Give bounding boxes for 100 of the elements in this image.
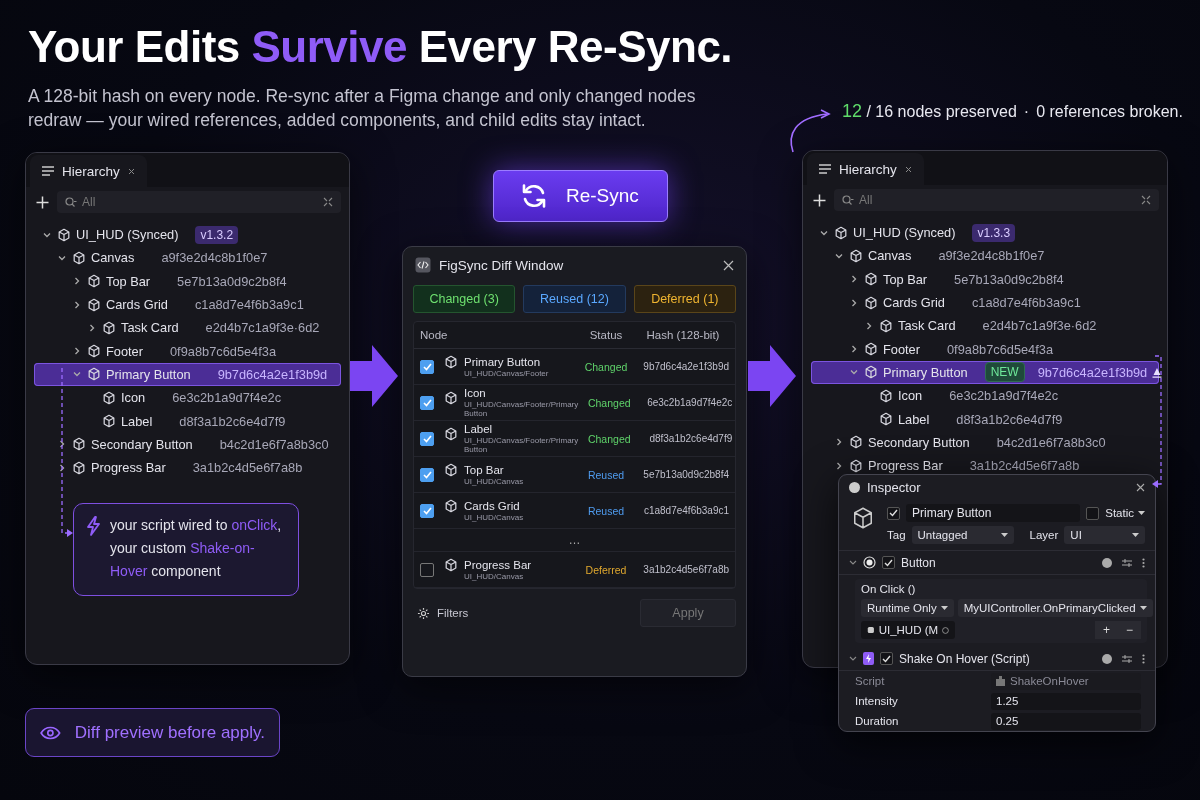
checkbox[interactable] (1086, 506, 1100, 520)
remove-button[interactable]: − (1118, 621, 1141, 639)
checkbox[interactable] (420, 503, 434, 518)
column-header: Node (420, 329, 449, 341)
chevron-right-icon[interactable] (849, 297, 859, 308)
caret-icon (940, 606, 948, 610)
cube-icon (57, 227, 71, 242)
name-field[interactable]: Primary Button (906, 504, 1081, 522)
tree-row[interactable]: Secondary Button b4c2d1e6f7a8b3c0 (811, 430, 1159, 454)
hash-text: d8f3a1b2c6e4d7f9 (648, 433, 733, 444)
tree-row[interactable]: Icon 6e3c2b1a9d7f4e2c (811, 384, 1159, 408)
cube-icon (444, 463, 458, 477)
tree-row[interactable]: Secondary Button b4c2d1e6f7a8b3c0 (34, 432, 341, 456)
tree-row[interactable]: Task Card e2d4b7c1a9f3e·6d2 (34, 316, 341, 340)
search-field[interactable]: All (834, 189, 1159, 211)
target-icon[interactable] (942, 625, 949, 635)
search-field[interactable]: All (57, 191, 341, 213)
mode-dropdown[interactable]: Runtime Only (861, 599, 954, 617)
chevron-right-icon[interactable] (849, 344, 859, 355)
tree-row[interactable]: Canvas a9f3e2d4c8b1f0e7 (34, 246, 341, 270)
filter-tab[interactable]: Reused (12) (523, 285, 626, 313)
tree-row[interactable]: Progress Bar 3a1b2c4d5e6f7a8b (811, 453, 1159, 478)
value-field[interactable]: 1.25 (991, 692, 1141, 710)
chevron-right-icon[interactable] (834, 437, 844, 448)
checkbox[interactable] (882, 556, 895, 569)
status-text: Changed (586, 396, 632, 409)
tag-dropdown[interactable]: Untagged (911, 526, 1014, 544)
checkbox[interactable] (420, 431, 434, 446)
sliders-icon[interactable] (1122, 557, 1132, 568)
node-name: UI_HUD (Synced) (853, 225, 956, 241)
tree-row[interactable]: Label d8f3a1b2c6e4d7f9 (811, 407, 1159, 431)
large-arrow (350, 345, 398, 407)
node-name: Task Card (121, 320, 179, 336)
node-hash: 9b7d6c4a2e1f3b9d (1037, 364, 1148, 380)
collapse-icon[interactable] (1141, 195, 1151, 205)
node-hash: 0f9a8b7c6d5e4f3a (170, 343, 277, 359)
cube-icon (849, 435, 863, 450)
cube-icon (849, 248, 863, 263)
panel-tab[interactable]: Hierarchy (807, 153, 924, 185)
filter-tab[interactable]: Changed (3) (413, 285, 516, 313)
filters-button[interactable]: Filters (413, 606, 473, 620)
cube-icon (851, 506, 875, 530)
object-field[interactable]: UI_HUD (M (861, 621, 955, 639)
tree-row[interactable]: Primary Button NEW 9b7d6c4a2e1f3b9d (811, 360, 1159, 385)
field-label: Intensity (855, 695, 899, 707)
tree-row[interactable]: Progress Bar 3a1b2c4d5e6f7a8b (34, 455, 341, 480)
close-icon[interactable] (127, 167, 135, 175)
tree-row[interactable]: Top Bar 5e7b13a0d9c2b8f4 (811, 267, 1159, 291)
tree-row[interactable]: Icon 6e3c2b1a9d7f4e2c (34, 386, 341, 410)
more-icon[interactable] (1142, 557, 1145, 568)
close-icon[interactable] (904, 165, 912, 173)
cube-icon (879, 412, 893, 426)
chevron-right-icon[interactable] (72, 276, 82, 287)
tree-row[interactable]: Task Card e2d4b7c1a9f3e·6d2 (811, 314, 1159, 338)
tree-row[interactable]: UI_HUD (Synced) v1.3.3 (811, 221, 1159, 245)
chevron-right-icon[interactable] (72, 299, 82, 310)
tree-row[interactable]: Top Bar 5e7b13a0d9c2b8f4 (34, 269, 341, 293)
checkbox[interactable] (887, 506, 900, 520)
more-icon[interactable] (1142, 653, 1145, 664)
chevron-right-icon[interactable] (834, 460, 844, 471)
cube-icon (864, 342, 878, 357)
tree-row[interactable]: Cards Grid c1a8d7e4f6b3a9c1 (34, 292, 341, 317)
checkbox[interactable] (420, 562, 434, 577)
add-button[interactable]: + (1095, 621, 1118, 639)
sliders-icon[interactable] (1122, 653, 1132, 664)
add-icon[interactable] (813, 193, 826, 207)
panel-tab[interactable]: Hierarchy (30, 155, 147, 187)
tree-row[interactable]: Footer 0f9a8b7c6d5e4f3a (811, 337, 1159, 361)
resync-button[interactable]: Re-Sync (493, 170, 668, 222)
chevron-right-icon[interactable] (72, 346, 82, 357)
layer-dropdown[interactable]: UI (1064, 526, 1145, 544)
checkbox[interactable] (420, 467, 434, 482)
cube-icon (444, 499, 458, 513)
chevron-down-icon[interactable] (849, 655, 857, 662)
static-dropdown[interactable]: Static (1105, 504, 1145, 522)
function-dropdown[interactable]: MyUIController.OnPrimaryClicked (957, 599, 1153, 617)
chevron-down-icon[interactable] (849, 559, 857, 566)
checkbox[interactable] (420, 395, 434, 410)
tree-row[interactable]: Footer 0f9a8b7c6d5e4f3a (34, 339, 341, 363)
collapse-icon[interactable] (323, 197, 333, 207)
close-icon[interactable] (1136, 482, 1145, 492)
tree-row[interactable]: UI_HUD (Synced) v1.3.2 (34, 223, 341, 247)
node-hash: 3a1b2c4d5e6f7a8b (969, 458, 1080, 474)
column-header: Status (588, 329, 624, 341)
new-badge: NEW (984, 362, 1025, 383)
chevron-right-icon[interactable] (57, 439, 67, 450)
tree-row[interactable]: Canvas a9f3e2d4c8b1f0e7 (811, 244, 1159, 268)
chevron-right-icon[interactable] (849, 274, 859, 285)
tree-row[interactable]: Cards Grid c1a8d7e4f6b3a9c1 (811, 290, 1159, 315)
checkbox[interactable] (420, 359, 434, 374)
tree-row[interactable]: Label d8f3a1b2c6e4d7f9 (34, 409, 341, 433)
chevron-right-icon[interactable] (57, 462, 67, 473)
add-icon[interactable] (36, 195, 49, 209)
close-icon[interactable] (723, 259, 734, 271)
filter-tab[interactable]: Deferred (1) (633, 285, 736, 313)
chevron-right-icon[interactable] (87, 322, 97, 333)
tree-row[interactable]: Primary Button 9b7d6c4a2e1f3b9d (34, 362, 341, 387)
chevron-right-icon[interactable] (864, 320, 874, 331)
value-field[interactable]: 0.25 (991, 712, 1141, 730)
checkbox[interactable] (880, 652, 893, 665)
